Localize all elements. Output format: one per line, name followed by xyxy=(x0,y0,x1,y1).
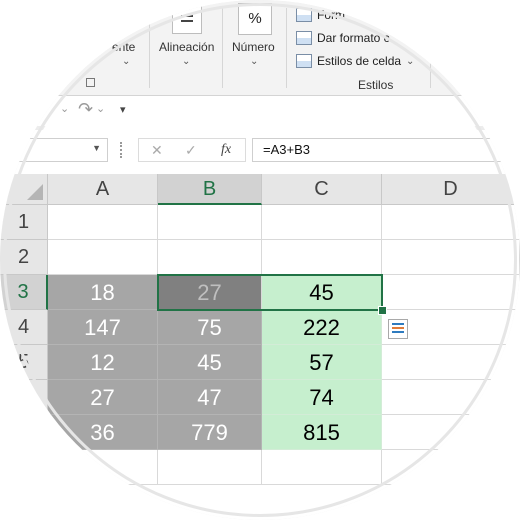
cell-d3[interactable] xyxy=(382,275,520,310)
column-header-a[interactable]: A xyxy=(48,174,158,205)
cell-styles-icon xyxy=(296,54,312,68)
cell-a6[interactable]: 27 xyxy=(48,380,158,415)
conditional-format-button[interactable]: Form xyxy=(296,8,345,22)
chevron-down-icon[interactable]: ⌄ xyxy=(182,56,190,67)
number-button[interactable]: Número xyxy=(232,40,275,54)
ribbon: ente ⌄ Alineación ⌄ % Número ⌄ Form Dar … xyxy=(0,0,520,96)
cancel-icon[interactable]: ✕ xyxy=(151,142,163,159)
cell-a7[interactable]: 36 xyxy=(48,415,158,450)
alignment-button[interactable]: Alineación xyxy=(159,40,214,54)
chevron-down-icon[interactable]: ⌄ xyxy=(122,56,130,67)
redo-dropdown-icon[interactable]: ⌄ xyxy=(96,102,105,115)
percent-icon[interactable]: % xyxy=(238,3,272,35)
cell-styles-button[interactable]: Estilos de celda ⌄ xyxy=(296,54,414,68)
cell-b5[interactable]: 45 xyxy=(158,345,262,380)
dialog-launcher-icon[interactable] xyxy=(86,78,95,87)
name-box[interactable]: ▼ xyxy=(0,138,108,162)
cell-a2[interactable] xyxy=(48,240,158,275)
fill-handle[interactable] xyxy=(378,306,387,315)
chevron-down-icon[interactable]: ⌄ xyxy=(250,56,258,67)
cell-b8[interactable] xyxy=(158,450,262,485)
cell-d1[interactable] xyxy=(382,205,520,240)
alignment-icon[interactable] xyxy=(172,3,202,34)
row-header-3[interactable]: 3 xyxy=(0,275,48,310)
cell-c4[interactable]: 222 xyxy=(262,310,382,345)
chevron-down-icon: ⌄ xyxy=(406,55,415,67)
formula-buttons: ✕ ✓ fx xyxy=(138,138,246,162)
formula-bar: ▼ ✕ ✓ fx =A3+B3 xyxy=(0,130,520,174)
format-as-table-button[interactable]: Dar formato c xyxy=(296,31,390,45)
cell-c5[interactable]: 57 xyxy=(262,345,382,380)
cell-c7[interactable]: 815 xyxy=(262,415,382,450)
cell-d5[interactable] xyxy=(382,345,520,380)
row-header-4[interactable]: 4 xyxy=(0,310,48,345)
column-header-b[interactable]: B xyxy=(158,174,262,205)
cell-b2[interactable] xyxy=(158,240,262,275)
separator xyxy=(430,8,431,88)
cell-a5[interactable]: 12 xyxy=(48,345,158,380)
quick-access-toolbar: ⌄ ↷ ⌄ ▾ xyxy=(0,96,520,126)
separator xyxy=(222,8,223,88)
cell-d2[interactable] xyxy=(382,240,520,275)
separator xyxy=(149,8,150,88)
cell-b1[interactable] xyxy=(158,205,262,240)
cell-c1[interactable] xyxy=(262,205,382,240)
row-header-5[interactable]: 5 xyxy=(0,345,48,380)
undo-dropdown-icon[interactable]: ⌄ xyxy=(60,102,69,115)
cell-a1[interactable] xyxy=(48,205,158,240)
cell-a4[interactable]: 147 xyxy=(48,310,158,345)
redo-icon[interactable]: ↷ xyxy=(78,99,93,120)
name-box-dropdown-icon[interactable]: ▼ xyxy=(92,143,101,153)
cell-a8[interactable] xyxy=(48,450,158,485)
cell-a3[interactable]: 18 xyxy=(48,275,158,310)
cell-c3[interactable]: 45 xyxy=(262,275,382,310)
cell-c2[interactable] xyxy=(262,240,382,275)
cell-c6[interactable]: 74 xyxy=(262,380,382,415)
formula-input[interactable]: =A3+B3 xyxy=(252,138,520,162)
column-header-c[interactable]: C xyxy=(262,174,382,205)
alignment-partial-label[interactable]: ente xyxy=(112,40,135,54)
row-header-8[interactable] xyxy=(0,450,48,485)
row-header-1[interactable]: 1 xyxy=(0,205,48,240)
select-all-corner[interactable] xyxy=(0,174,48,205)
magnified-view: ente ⌄ Alineación ⌄ % Número ⌄ Form Dar … xyxy=(0,0,520,520)
cell-b7[interactable]: 779 xyxy=(158,415,262,450)
row-header-6[interactable]: 6 xyxy=(0,380,48,415)
fx-icon[interactable]: fx xyxy=(221,142,231,158)
cell-c8[interactable] xyxy=(262,450,382,485)
cell-b6[interactable]: 47 xyxy=(158,380,262,415)
column-header-d[interactable]: D xyxy=(382,174,520,205)
quick-analysis-icon[interactable] xyxy=(388,319,408,339)
resize-handle[interactable] xyxy=(120,142,125,158)
cell-b3[interactable]: 27 xyxy=(158,275,262,310)
enter-icon[interactable]: ✓ xyxy=(185,142,197,159)
cell-d7[interactable] xyxy=(382,415,520,450)
styles-group-label: Estilos xyxy=(358,78,394,92)
separator xyxy=(286,8,287,88)
spreadsheet-grid: A B C D 1 2 3 4 5 6 7 18 27 45 147 75 22… xyxy=(0,174,520,520)
table-icon xyxy=(296,31,312,45)
cell-d8[interactable] xyxy=(382,450,520,485)
cell-b4[interactable]: 75 xyxy=(158,310,262,345)
customize-toolbar-icon[interactable]: ▾ xyxy=(120,103,126,116)
row-header-2[interactable]: 2 xyxy=(0,240,48,275)
conditional-format-icon xyxy=(296,8,312,22)
cell-d6[interactable] xyxy=(382,380,520,415)
row-header-7[interactable]: 7 xyxy=(0,415,48,450)
